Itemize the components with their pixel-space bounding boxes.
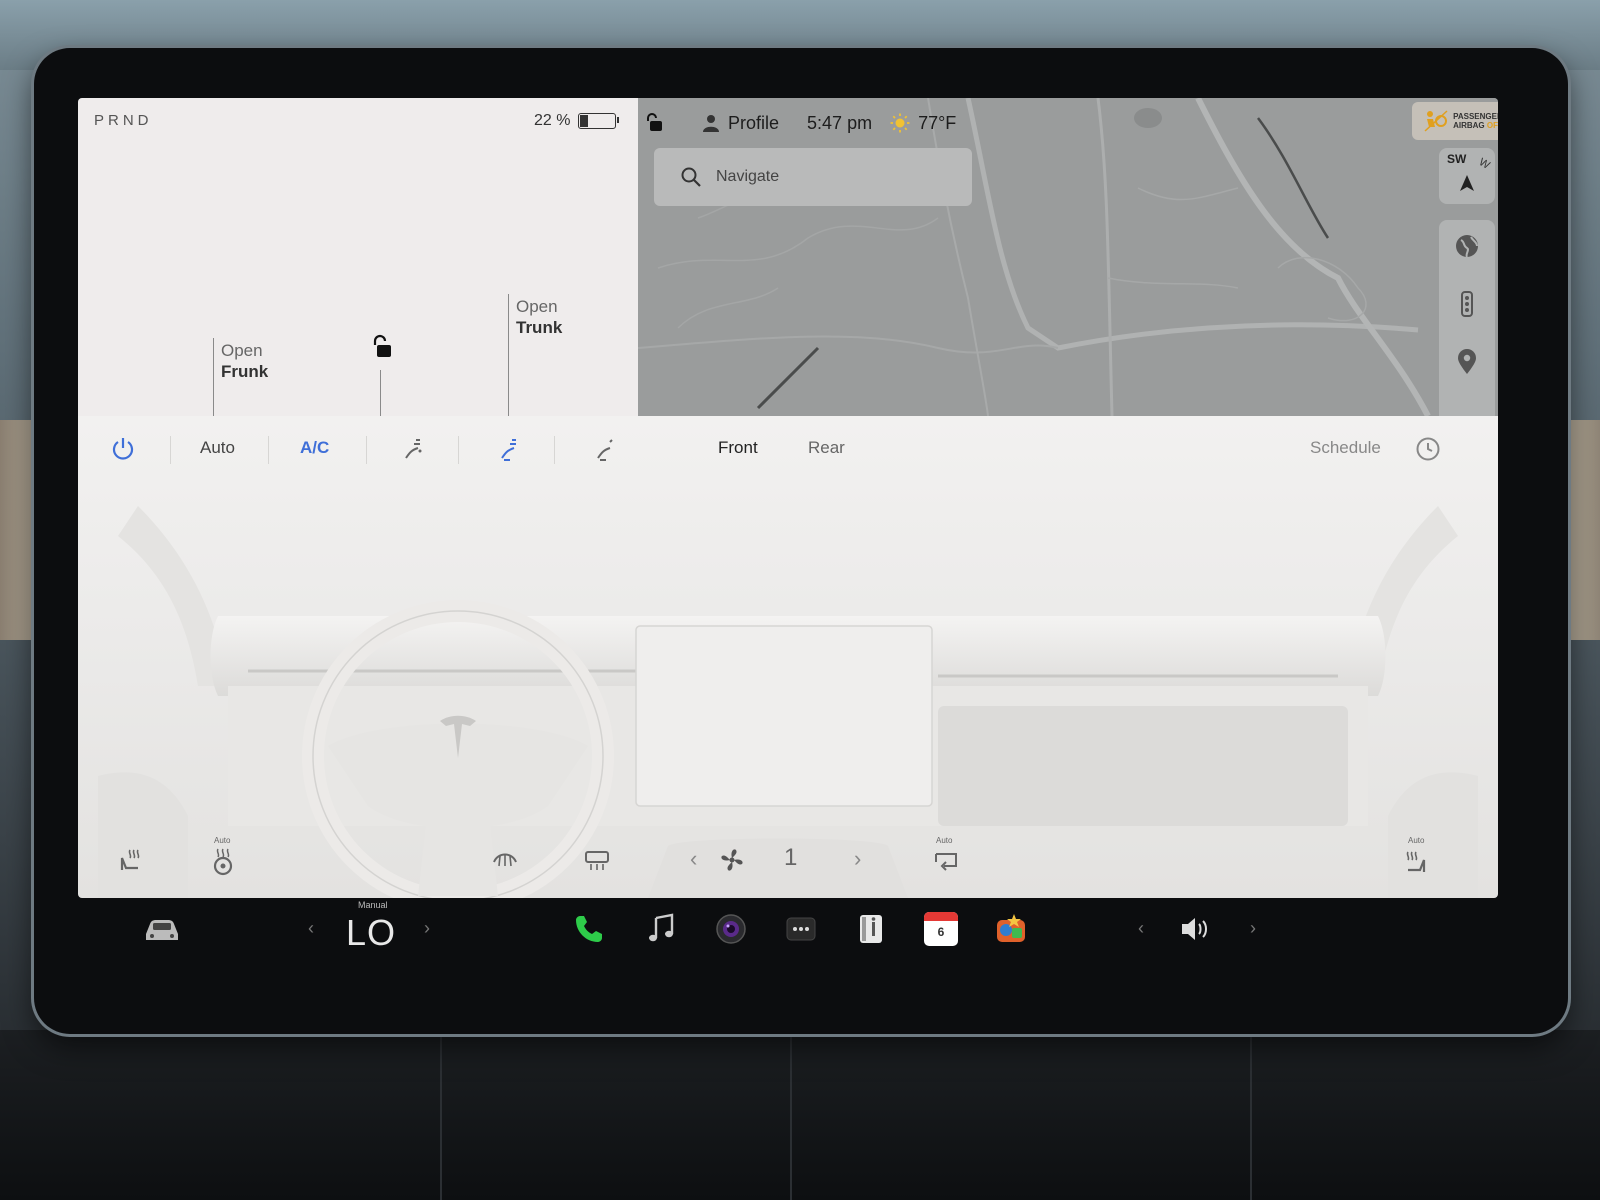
- airflow-face-feet-icon[interactable]: [496, 436, 522, 462]
- fan-decrease-chevron[interactable]: ‹: [690, 846, 697, 872]
- toybox-icon[interactable]: [994, 912, 1028, 946]
- steering-heater-auto-tag: Auto: [214, 836, 231, 845]
- navigate-search-input[interactable]: Navigate: [654, 148, 972, 206]
- calendar-day: 6: [937, 925, 945, 939]
- trunk-leader-line: [508, 294, 509, 416]
- open-frunk-line1: Open: [221, 341, 263, 360]
- climate-panel: Auto A/C Front Rear Schedule Auto ‹ 1 › …: [78, 416, 1498, 898]
- weather: 77°F: [890, 113, 956, 134]
- airbag-line1: PASSENGER: [1453, 112, 1498, 121]
- touchscreen: PRND 22 % Open Frunk Open Trunk Profile …: [78, 98, 1498, 898]
- rear-defrost-icon[interactable]: [582, 844, 612, 874]
- airflow-feet-icon[interactable]: [592, 436, 618, 462]
- battery-icon: [578, 113, 620, 129]
- music-icon[interactable]: [644, 912, 678, 946]
- seat-heater-left-icon[interactable]: [116, 844, 146, 874]
- fan-speed-value: 1: [784, 844, 798, 871]
- map-tools: [1439, 220, 1495, 416]
- more-apps-icon[interactable]: [784, 912, 818, 946]
- airbag-line2: AIRBAG: [1453, 121, 1485, 130]
- auto-button[interactable]: Auto: [200, 438, 235, 458]
- navigation-arrow-icon: [1460, 175, 1474, 191]
- car-icon[interactable]: [142, 912, 182, 946]
- airbag-icon: [1424, 110, 1448, 132]
- calendar-icon[interactable]: 6: [924, 912, 958, 946]
- location-pin-icon[interactable]: [1453, 348, 1481, 376]
- schedule-button[interactable]: Schedule: [1310, 438, 1381, 458]
- seat-heater-right-auto-tag: Auto: [1408, 836, 1425, 845]
- map-view[interactable]: [638, 98, 1498, 416]
- clock-icon[interactable]: [1415, 436, 1441, 462]
- tab-front[interactable]: Front: [718, 438, 758, 458]
- open-trunk-line1: Open: [516, 297, 558, 316]
- profile-label: Profile: [728, 112, 780, 133]
- lock-leader-line: [380, 370, 381, 416]
- temp-increase-chevron[interactable]: ›: [424, 918, 430, 939]
- battery-percent: 22 %: [534, 112, 571, 129]
- search-icon: [681, 167, 701, 187]
- compass-heading: SW: [1447, 152, 1467, 166]
- airflow-face-icon[interactable]: [400, 436, 426, 462]
- open-trunk-line2: Trunk: [516, 318, 563, 337]
- navigate-placeholder: Navigate: [716, 168, 780, 185]
- recirculate-icon[interactable]: [932, 848, 960, 874]
- manual-info-icon[interactable]: [854, 912, 888, 946]
- gear-indicator: PRND: [94, 112, 153, 129]
- steering-wheel-heater-icon[interactable]: [208, 846, 238, 876]
- calendar-header: [924, 912, 958, 921]
- car-status-panel: PRND 22 % Open Frunk Open Trunk: [78, 98, 638, 416]
- phone-icon[interactable]: [572, 912, 606, 946]
- climate-control-bar: Auto A/C Front Rear Schedule: [78, 416, 1498, 492]
- sun-icon: [890, 113, 910, 133]
- separator: [366, 436, 367, 464]
- battery-indicator: 22 %: [534, 112, 620, 130]
- separator: [458, 436, 459, 464]
- front-defrost-icon[interactable]: [490, 844, 520, 874]
- person-icon: [703, 115, 719, 132]
- status-bar: Profile 5:47 pm 77°F: [638, 108, 956, 138]
- cabin-temperature[interactable]: LO: [346, 912, 396, 954]
- unlock-icon[interactable]: [370, 334, 394, 360]
- compass-secondary: W: [1476, 156, 1492, 172]
- camera-icon[interactable]: [714, 912, 748, 946]
- map-roads: [638, 98, 1498, 416]
- open-frunk-line2: Frunk: [221, 362, 269, 381]
- volume-decrease-chevron[interactable]: ‹: [1138, 918, 1144, 939]
- globe-icon[interactable]: [1453, 232, 1481, 260]
- separator: [554, 436, 555, 464]
- fan-icon: [721, 849, 743, 871]
- traffic-light-icon[interactable]: [1453, 290, 1481, 318]
- separator: [170, 436, 171, 464]
- temperature-mode: Manual: [358, 900, 388, 910]
- console-seam: [790, 1030, 792, 1200]
- tab-rear[interactable]: Rear: [808, 438, 845, 458]
- open-frunk-button[interactable]: Open Frunk: [221, 340, 268, 382]
- cabin-illustration: [98, 506, 1478, 898]
- profile-button[interactable]: Profile: [702, 113, 779, 134]
- lock-status-icon[interactable]: [644, 112, 664, 134]
- open-trunk-button[interactable]: Open Trunk: [516, 296, 562, 338]
- separator: [268, 436, 269, 464]
- center-console: [0, 1030, 1600, 1200]
- volume-increase-chevron[interactable]: ›: [1250, 918, 1256, 939]
- power-icon[interactable]: [110, 436, 136, 462]
- fan-increase-chevron[interactable]: ›: [854, 846, 861, 872]
- seat-heater-right-icon[interactable]: [1400, 846, 1430, 876]
- recirculate-auto-tag: Auto: [936, 836, 953, 845]
- frunk-leader-line: [213, 338, 214, 416]
- temp-decrease-chevron[interactable]: ‹: [308, 918, 314, 939]
- console-seam: [1250, 1030, 1252, 1200]
- console-seam: [440, 1030, 442, 1200]
- passenger-airbag-indicator: PASSENGER AIRBAG OFF: [1412, 102, 1498, 140]
- volume-icon[interactable]: [1178, 912, 1212, 946]
- airbag-state: OFF: [1486, 121, 1498, 130]
- dock-bar: ‹ Manual LO › 6 ‹ ›: [78, 898, 1498, 978]
- battery-fill: [580, 115, 589, 127]
- ac-button[interactable]: A/C: [300, 438, 329, 458]
- outside-temperature: 77°F: [918, 112, 957, 133]
- clock: 5:47 pm: [807, 112, 873, 133]
- compass-button[interactable]: SW W: [1439, 148, 1495, 204]
